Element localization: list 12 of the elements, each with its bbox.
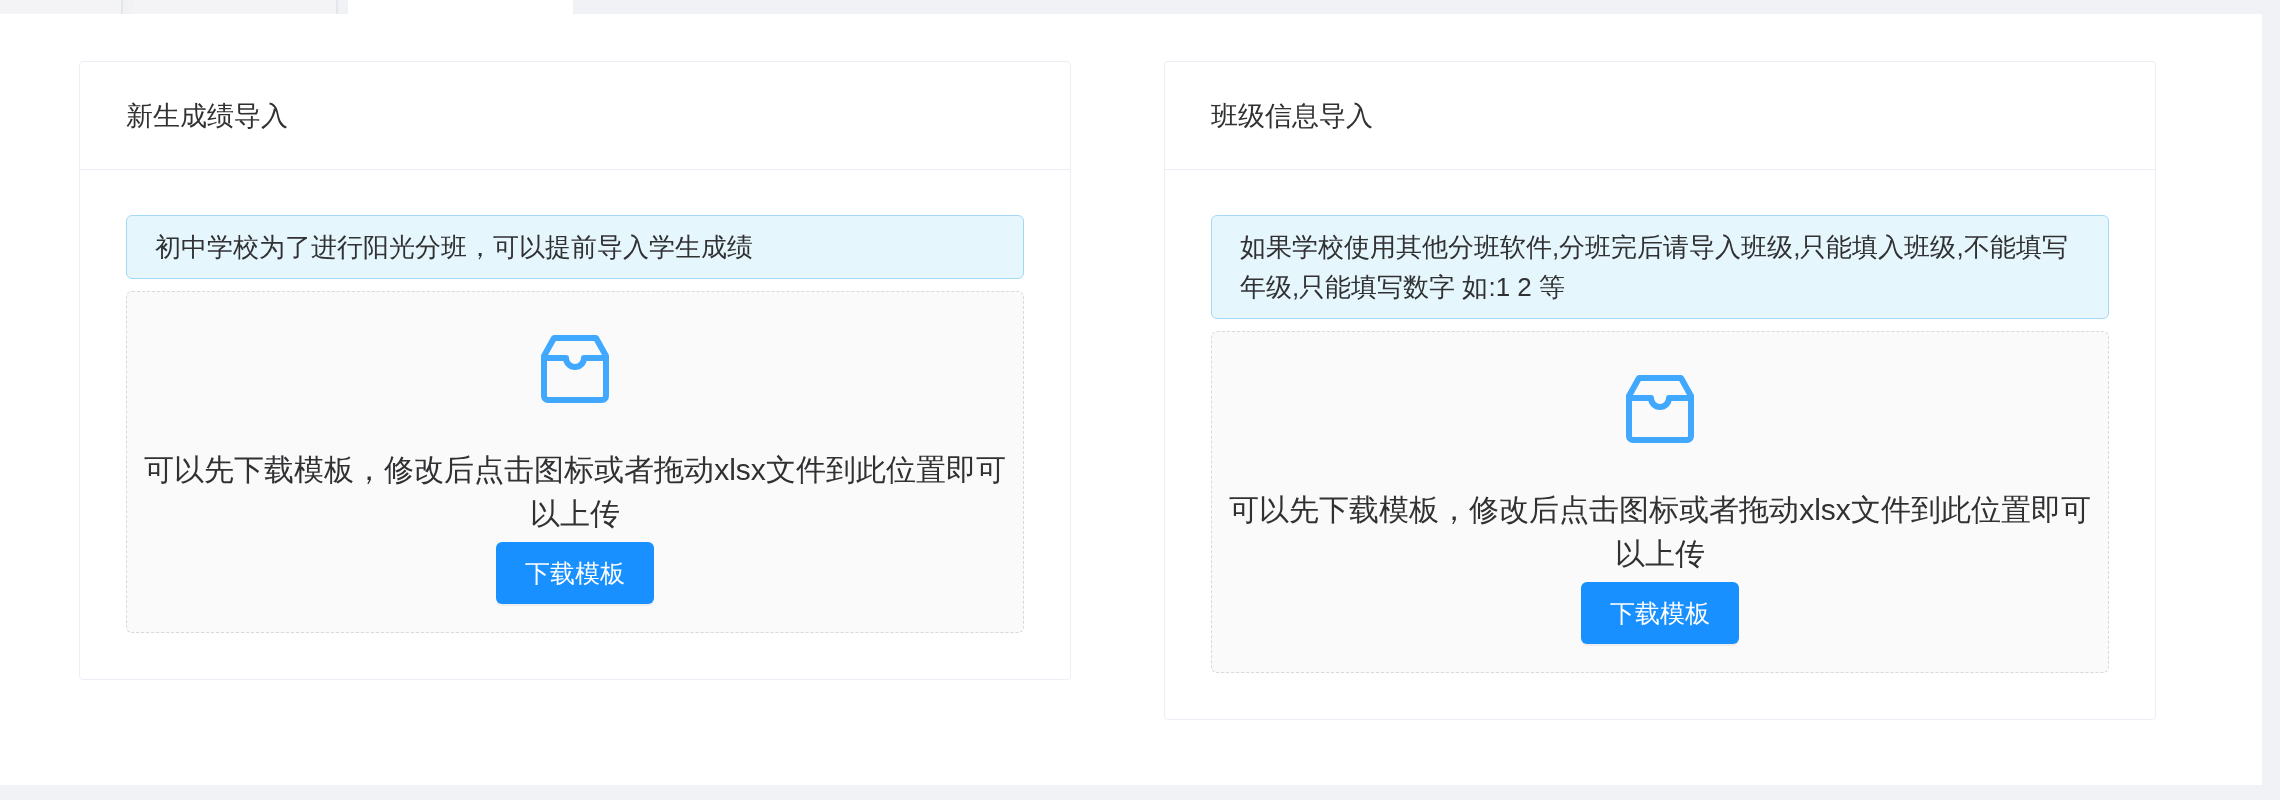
card-title: 班级信息导入 <box>1211 99 1373 133</box>
inbox-icon[interactable] <box>540 334 610 404</box>
upload-dropzone[interactable]: 可以先下载模板，修改后点击图标或者拖动xlsx文件到此位置即可以上传 下载模板 <box>126 291 1024 633</box>
tab[interactable] <box>0 0 123 14</box>
inbox-icon[interactable] <box>1625 374 1695 444</box>
info-alert: 初中学校为了进行阳光分班，可以提前导入学生成绩 <box>126 215 1024 279</box>
card-title: 新生成绩导入 <box>126 99 288 133</box>
info-alert: 如果学校使用其他分班软件,分班完后请导入班级,只能填入班级,不能填写年级,只能填写数字 如:1 2 等 <box>1211 215 2109 319</box>
upload-hint: 可以先下载模板，修改后点击图标或者拖动xlsx文件到此位置即可以上传 <box>1228 492 2092 572</box>
upload-dropzone[interactable]: 可以先下载模板，修改后点击图标或者拖动xlsx文件到此位置即可以上传 下载模板 <box>1211 331 2109 673</box>
upload-hint: 可以先下载模板，修改后点击图标或者拖动xlsx文件到此位置即可以上传 <box>143 452 1007 532</box>
tab[interactable] <box>133 0 338 14</box>
